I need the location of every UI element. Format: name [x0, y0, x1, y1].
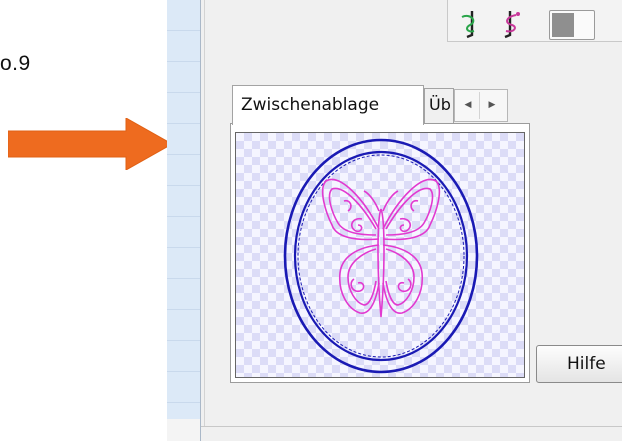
butterfly-oval-design — [283, 138, 479, 374]
tab-scroll-buttons: ◀ ▶ — [454, 89, 508, 122]
top-toolbar — [435, 0, 622, 48]
needle-thread-pink-icon[interactable] — [493, 8, 529, 40]
toggle-view-icon[interactable] — [549, 10, 595, 40]
left-panel-list — [167, 0, 200, 419]
tab-pane-zwischenablage — [230, 123, 530, 383]
tab-zwischenablage[interactable]: Zwischenablage — [232, 85, 424, 125]
needle-thread-green-icon[interactable] — [453, 8, 489, 40]
tab-scroll-right-icon[interactable]: ▶ — [481, 92, 503, 119]
left-panel — [167, 0, 201, 441]
step-label: o.9 — [0, 52, 31, 75]
clipboard-preview[interactable] — [235, 132, 525, 378]
help-button[interactable]: Hilfe — [536, 345, 622, 383]
tab-scroll-left-icon[interactable]: ◀ — [457, 92, 480, 119]
tab-uebersicht[interactable]: Üb — [424, 88, 454, 123]
orange-arrow-icon — [8, 118, 172, 170]
